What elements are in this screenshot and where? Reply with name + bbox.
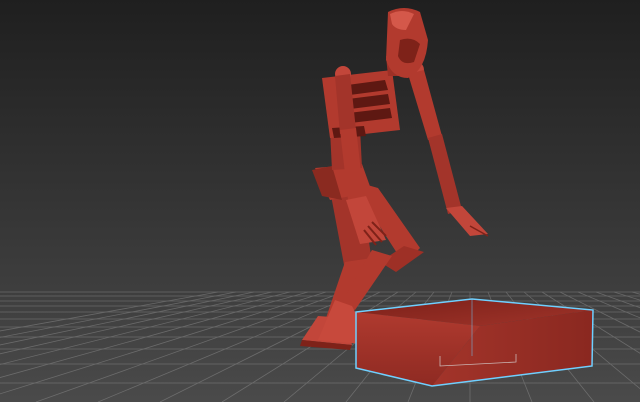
viewport-canvas[interactable] <box>0 0 640 402</box>
3d-viewport[interactable] <box>0 0 640 402</box>
